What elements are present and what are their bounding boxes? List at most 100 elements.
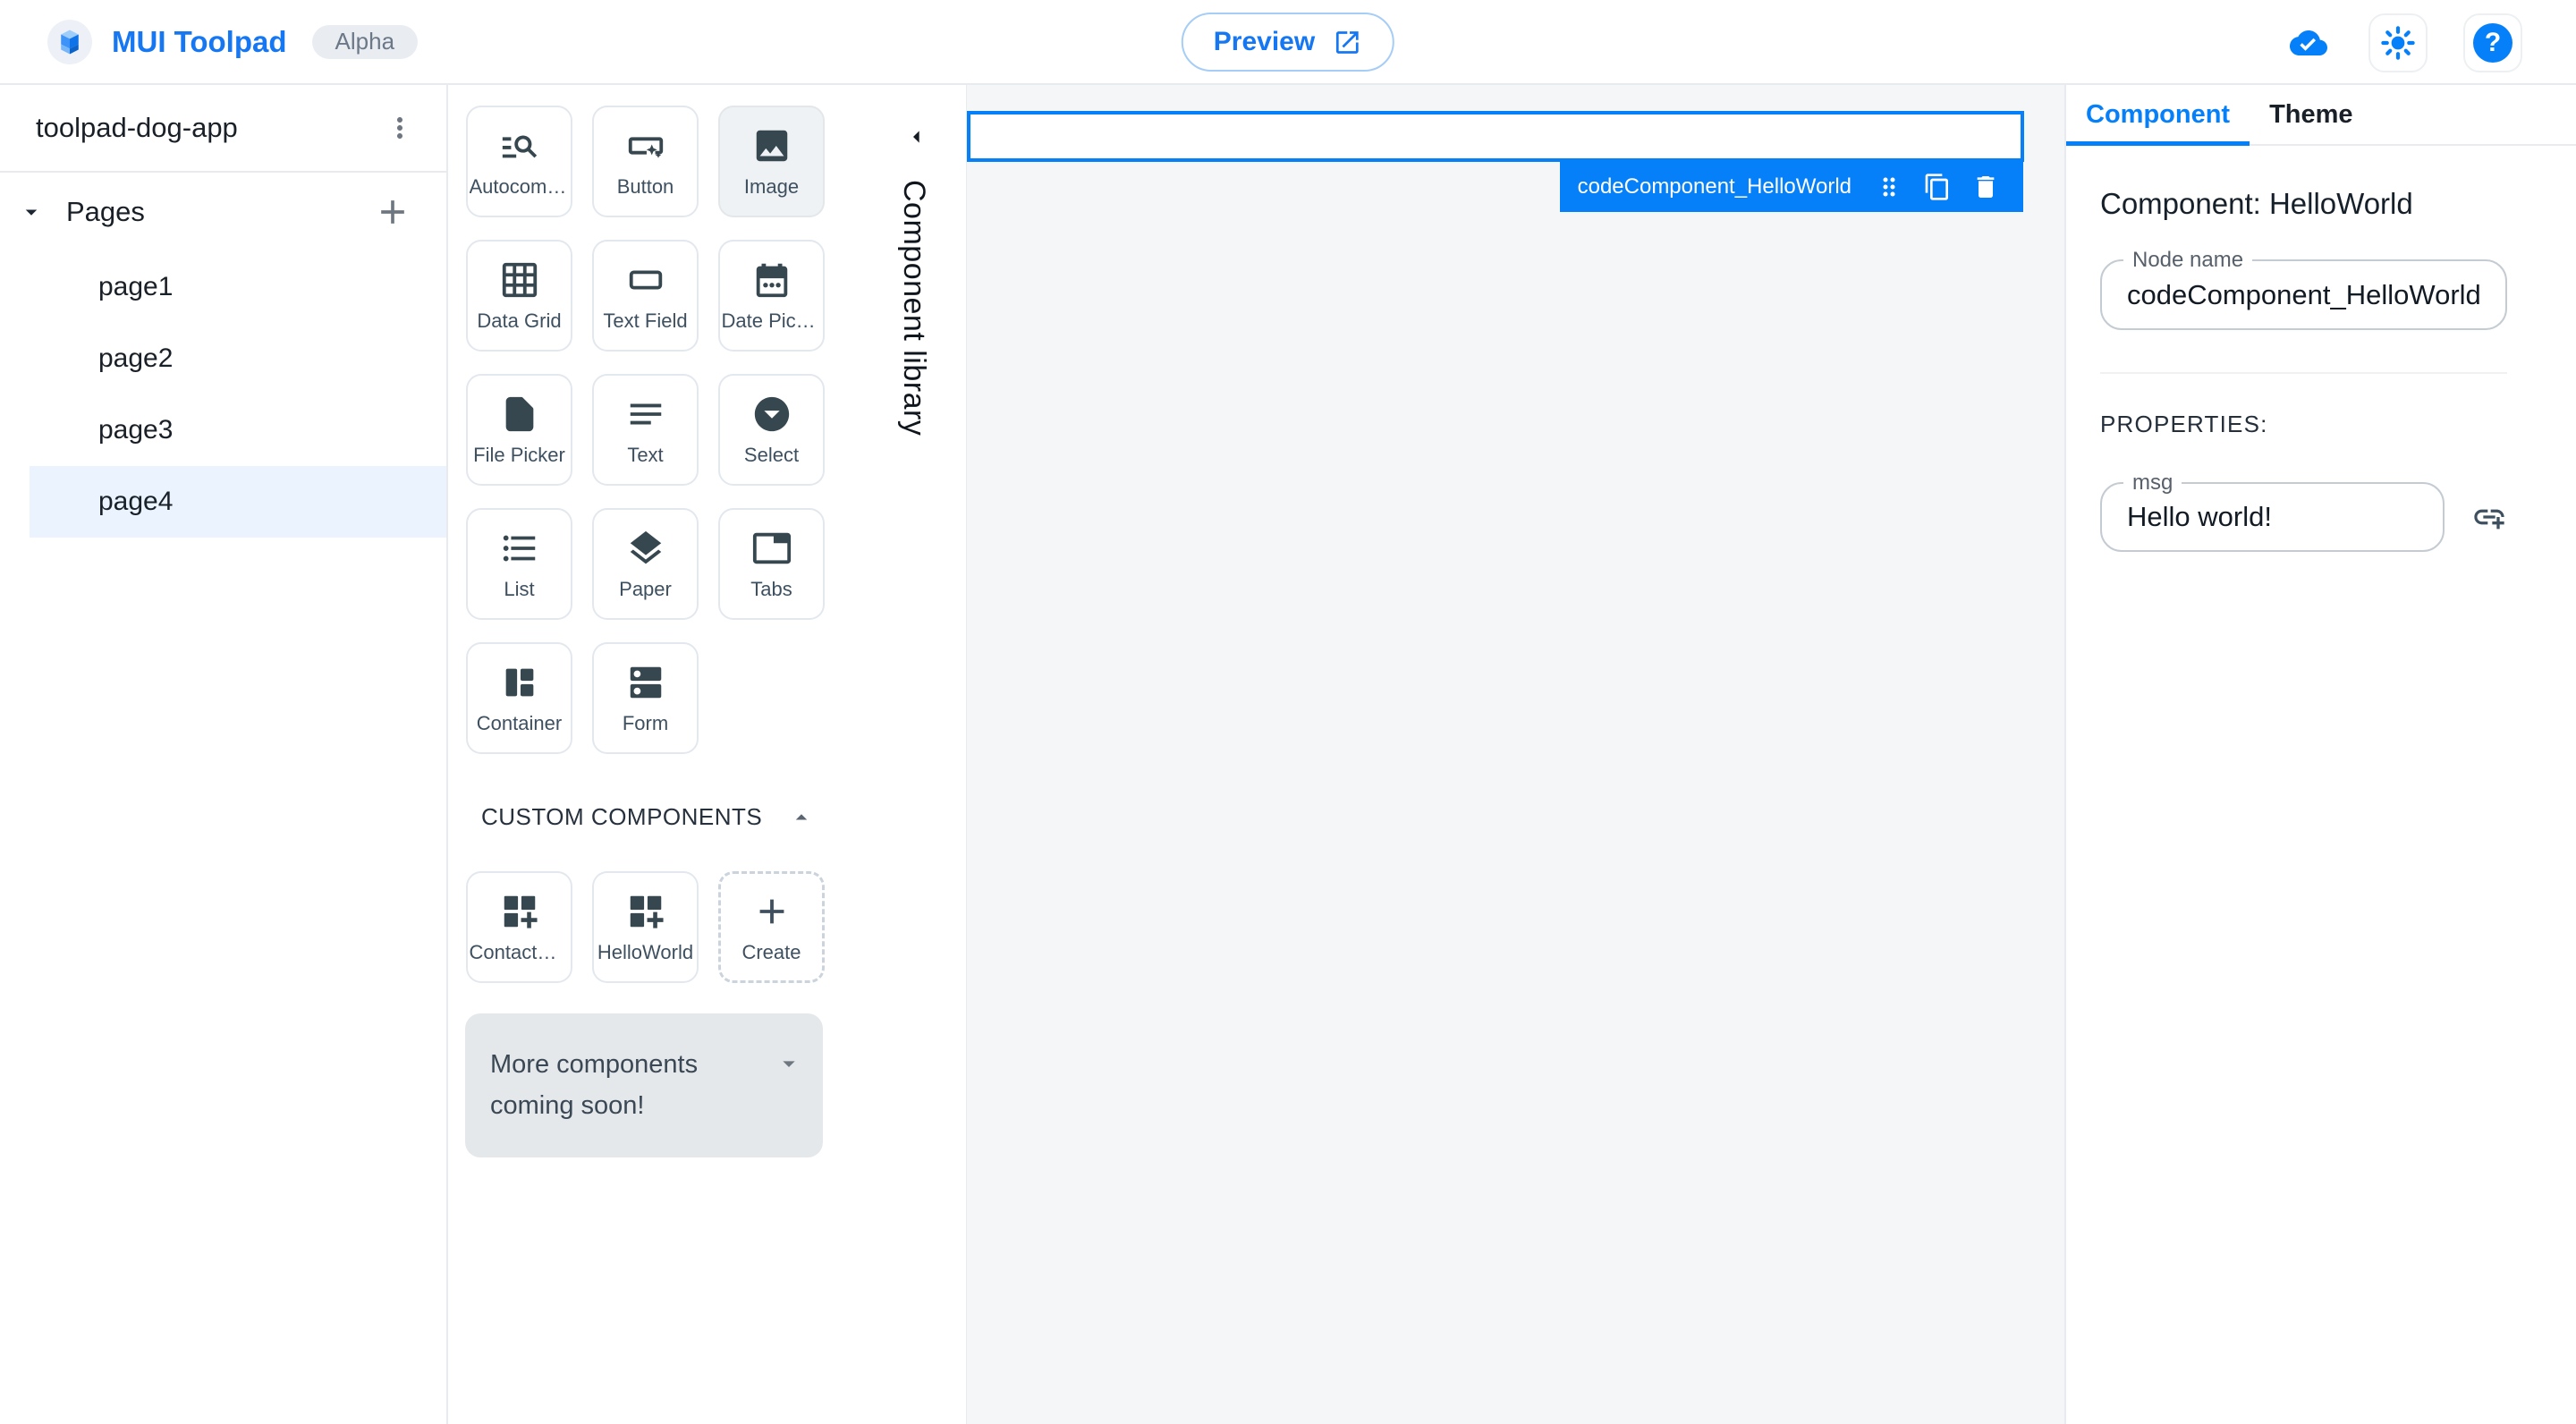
image-icon	[756, 130, 787, 161]
copy-icon	[1925, 174, 1948, 200]
node-name-input[interactable]	[2127, 278, 2480, 311]
component-card-select[interactable]: Select	[718, 374, 825, 486]
component-library-vertical-label: Component library	[897, 180, 931, 437]
component-card-data-grid[interactable]: Data Grid	[466, 240, 572, 352]
app-title: MUI Toolpad	[112, 24, 287, 58]
plus-icon	[759, 899, 784, 923]
inspector-panel: Component Theme Component: HelloWorld No…	[2064, 85, 2576, 1424]
tab-icon	[752, 532, 791, 564]
preview-button-label: Preview	[1213, 27, 1316, 56]
app-header: MUI Toolpad Alpha Preview	[0, 0, 2576, 85]
component-card-button[interactable]: Button	[592, 106, 699, 217]
divider	[2100, 372, 2507, 374]
plus-icon	[381, 200, 404, 224]
chevron-up-icon	[795, 813, 808, 819]
component-grid: Autocomplete Button Image Data Grid Text…	[448, 85, 966, 754]
upload-file-icon	[505, 396, 533, 431]
preview-button[interactable]: Preview	[1181, 13, 1395, 72]
component-library-panel: Autocomplete Button Image Data Grid Text…	[448, 85, 966, 1424]
custom-components-header[interactable]: CUSTOM COMPONENTS	[481, 803, 815, 831]
component-card-contactsta[interactable]: ContactSta…	[466, 871, 572, 983]
calendar-icon	[756, 263, 787, 297]
node-name-label: Node name	[2123, 248, 2253, 273]
explorer-sidebar: toolpad-dog-app Pages page1 page2 page3 …	[0, 85, 448, 1424]
component-card-paper[interactable]: Paper	[592, 508, 699, 620]
cloud-done-icon[interactable]	[2284, 24, 2333, 62]
tab-component[interactable]: Component	[2066, 85, 2250, 146]
notes-icon	[630, 403, 661, 424]
component-card-label: Date Picker	[721, 309, 822, 332]
node-name-field[interactable]: Node name	[2100, 248, 2507, 330]
layers-icon	[630, 530, 661, 564]
component-card-autocomplete[interactable]: Autocomplete	[466, 106, 572, 217]
add-page-button[interactable]	[371, 191, 414, 233]
msg-input[interactable]	[2127, 501, 2418, 533]
component-card-label: Form	[622, 711, 669, 734]
custom-components-grid: ContactSta… HelloWorld Create	[448, 851, 966, 983]
app-name-row: toolpad-dog-app	[0, 85, 446, 173]
container-icon	[505, 668, 533, 696]
alpha-badge: Alpha	[311, 24, 419, 59]
component-heading: Component: HelloWorld	[2100, 187, 2413, 220]
smart-button-icon	[628, 136, 663, 158]
component-card-label: Text Field	[603, 309, 688, 332]
component-card-label: File Picker	[473, 443, 565, 466]
chevron-down-icon	[783, 1061, 795, 1067]
sidebar-item-page2[interactable]: page2	[0, 323, 446, 394]
drag-indicator-icon	[1883, 177, 1895, 197]
editor-canvas[interactable]: codeComponent_HelloWorld	[966, 85, 2064, 1424]
selected-node-chip[interactable]: codeComponent_HelloWorld	[1559, 162, 2023, 212]
toolpad-logo[interactable]	[47, 19, 92, 64]
msg-property-row: msg	[2100, 470, 2540, 552]
component-card-label: Paper	[619, 577, 672, 600]
sidebar-item-page1[interactable]: page1	[0, 251, 446, 323]
inspector-content: Component: HelloWorld Node name PROPERTI…	[2066, 187, 2576, 552]
text-field-icon	[629, 269, 662, 290]
app-name: toolpad-dog-app	[36, 112, 238, 143]
help-icon	[2473, 22, 2512, 63]
drag-handle[interactable]	[1869, 167, 1909, 207]
theme-toggle-button[interactable]	[2368, 13, 2428, 72]
component-card-date-picker[interactable]: Date Picker	[718, 240, 825, 352]
component-card-label: Image	[743, 174, 800, 198]
manage-search-icon	[502, 135, 537, 157]
selected-node-label: codeComponent_HelloWorld	[1577, 174, 1852, 199]
app-menu-button[interactable]	[377, 105, 423, 151]
component-card-helloworld[interactable]: HelloWorld	[592, 871, 699, 983]
bind-property-button[interactable]	[2466, 494, 2512, 540]
tab-theme[interactable]: Theme	[2250, 85, 2372, 144]
component-card-container[interactable]: Container	[466, 642, 572, 754]
inspector-tabs: Component Theme	[2066, 85, 2576, 146]
sidebar-item-page3[interactable]: page3	[0, 394, 446, 466]
open-in-new-icon	[1336, 30, 1360, 54]
component-card-image[interactable]: Image	[718, 106, 825, 217]
chevron-down-icon[interactable]	[18, 199, 45, 225]
collapse-library-button[interactable]	[902, 123, 931, 154]
component-card-list[interactable]: List	[466, 508, 572, 620]
component-card-file-picker[interactable]: File Picker	[466, 374, 572, 486]
more-components-box[interactable]: More components coming soon!	[465, 1013, 823, 1157]
trash-icon	[1977, 176, 1995, 198]
component-card-label: List	[504, 577, 535, 600]
msg-field[interactable]: msg	[2100, 470, 2445, 552]
create-component-card[interactable]: Create	[718, 871, 825, 983]
add-link-icon	[2474, 509, 2504, 530]
component-card-text[interactable]: Text	[592, 374, 699, 486]
dashboard-customize-icon	[504, 895, 538, 928]
component-card-tabs[interactable]: Tabs	[718, 508, 825, 620]
dropdown-circle-icon	[754, 396, 789, 431]
sidebar-item-page4[interactable]: page4	[30, 466, 446, 538]
arrow-left-icon	[913, 131, 919, 143]
component-card-text-field[interactable]: Text Field	[592, 240, 699, 352]
more-vert-icon	[397, 117, 402, 139]
light-mode-icon	[2381, 25, 2415, 60]
delete-node-button[interactable]	[1966, 167, 2005, 207]
selected-component-outline[interactable]	[967, 111, 2024, 162]
help-button[interactable]	[2463, 13, 2522, 72]
component-card-label: Text	[627, 443, 664, 466]
custom-components-label: CUSTOM COMPONENTS	[481, 803, 763, 830]
component-card-label: ContactSta…	[469, 940, 570, 963]
component-card-form[interactable]: Form	[592, 642, 699, 754]
duplicate-node-button[interactable]	[1918, 167, 1957, 207]
component-card-label: Data Grid	[477, 309, 562, 332]
